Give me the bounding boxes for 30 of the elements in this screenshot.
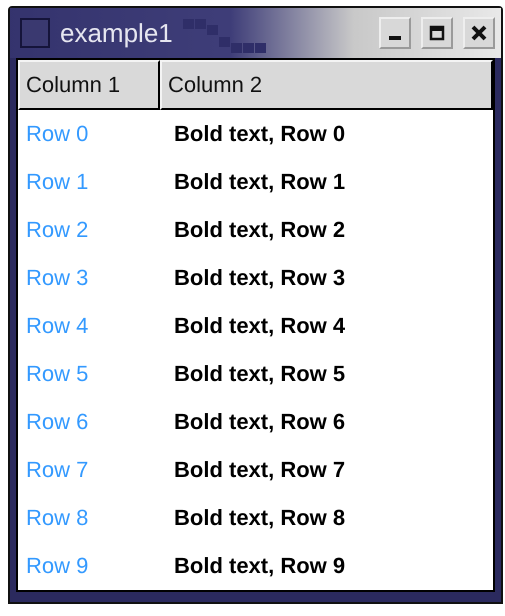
minimize-icon	[389, 36, 401, 40]
column-header[interactable]: Column 1	[18, 60, 160, 110]
table-cell-text: Row 5	[25, 361, 90, 387]
table-cell-text: Row 6	[25, 409, 90, 435]
window-title: example1	[60, 18, 173, 48]
close-button[interactable]	[463, 17, 495, 49]
table-cell-text: Bold text, Row 0	[173, 121, 346, 147]
table-cell-text: Bold text, Row 1	[173, 169, 346, 195]
table-cell-text: Bold text, Row 2	[173, 217, 346, 243]
table-cell-text: Bold text, Row 3	[173, 265, 346, 291]
table-cell-text: Row 1	[25, 169, 90, 195]
table-cell-text: Bold text, Row 4	[173, 313, 346, 339]
maximize-button[interactable]	[421, 17, 453, 49]
table-cell-text: Row 3	[25, 265, 90, 291]
close-icon	[470, 24, 488, 42]
table-cell-text: Row 2	[25, 217, 90, 243]
table-cell-text: Bold text, Row 7	[173, 457, 346, 483]
table-cell-text: Bold text, Row 6	[173, 409, 346, 435]
window-icon	[20, 18, 50, 48]
table-cell-text: Bold text, Row 5	[173, 361, 346, 387]
table-cell-text: Row 0	[25, 121, 90, 147]
maximize-icon	[429, 25, 445, 41]
table-cell-text: Bold text, Row 8	[173, 505, 346, 531]
column-header[interactable]: Column 2	[160, 60, 493, 110]
table-cell-text: Row 7	[25, 457, 90, 483]
table-cell-text: Row 9	[25, 553, 90, 579]
table-cell-text: Bold text, Row 9	[173, 553, 346, 579]
minimize-button[interactable]	[379, 17, 411, 49]
table-cell-text: Row 4	[25, 313, 90, 339]
table-cell-text: Row 8	[25, 505, 90, 531]
